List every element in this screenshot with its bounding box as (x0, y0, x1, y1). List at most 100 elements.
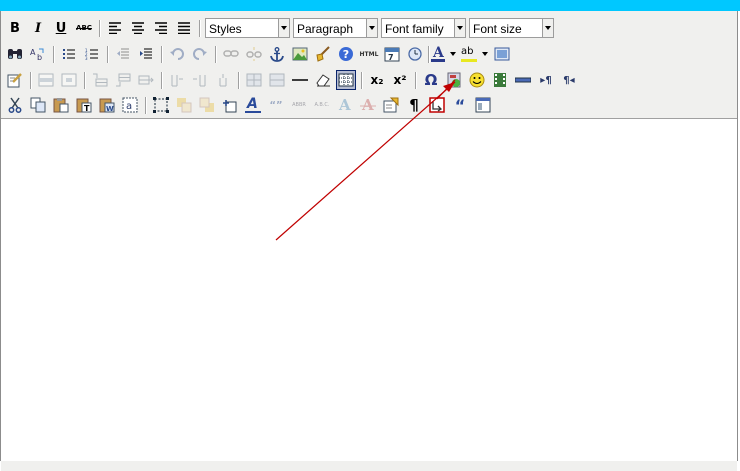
insert-row-before-button[interactable] (90, 70, 110, 90)
bullet-list-button[interactable] (59, 44, 79, 64)
indent-button[interactable] (136, 44, 156, 64)
outdent-button[interactable] (113, 44, 133, 64)
link-button[interactable] (221, 44, 241, 64)
edit-button[interactable] (5, 70, 25, 90)
pilcrow-icon: ¶ (409, 96, 419, 114)
move-forward-button[interactable] (174, 95, 194, 115)
chevron-down-icon[interactable] (454, 19, 465, 37)
superscript-button[interactable]: x² (390, 70, 410, 90)
delete-row-button[interactable] (136, 70, 156, 90)
insert-layer-button[interactable] (151, 95, 171, 115)
align-right-button[interactable] (151, 18, 171, 38)
nonbreaking-button[interactable] (513, 70, 533, 90)
insert-video-button[interactable] (490, 70, 510, 90)
insert-time-button[interactable] (405, 44, 425, 64)
merge-cells-button[interactable] (267, 70, 287, 90)
html-source-button[interactable]: HTML (359, 44, 379, 64)
chevron-down-icon[interactable] (278, 19, 289, 37)
unlink-button[interactable] (244, 44, 264, 64)
insertion-button[interactable]: A (358, 95, 378, 115)
anchor-icon (270, 46, 284, 62)
select-all-button[interactable]: a (120, 95, 140, 115)
chevron-down-icon[interactable] (366, 19, 377, 37)
horizontal-rule-button[interactable] (290, 70, 310, 90)
copy-button[interactable] (28, 95, 48, 115)
table-cell-props-button[interactable] (59, 70, 79, 90)
bold-button[interactable]: B (5, 18, 25, 38)
acronym-button[interactable]: A.B.C. (312, 95, 332, 115)
find-button[interactable] (5, 44, 25, 64)
image-button[interactable] (290, 44, 310, 64)
insert-media-button[interactable] (444, 70, 464, 90)
separator (238, 72, 240, 89)
deletion-button[interactable]: A (335, 95, 355, 115)
separator (415, 72, 417, 89)
italic-button[interactable]: I (28, 18, 48, 38)
abbreviation-button[interactable]: ABBR (289, 95, 309, 115)
redo-button[interactable] (190, 44, 210, 64)
paste-word-button[interactable]: W (97, 95, 117, 115)
template-button[interactable] (473, 95, 493, 115)
replace-button[interactable]: Ab (28, 44, 48, 64)
cleanup-button[interactable] (313, 44, 333, 64)
insert-col-before-button[interactable] (167, 70, 187, 90)
subscript-icon: x₂ (370, 73, 384, 87)
paste-text-button[interactable]: T (74, 95, 94, 115)
cut-button[interactable] (5, 95, 25, 115)
editor-content-area[interactable] (1, 118, 737, 462)
underline-icon: U (55, 20, 67, 36)
fullscreen-icon (494, 47, 510, 61)
underline-button[interactable]: U (51, 18, 71, 38)
text-color-dropdown[interactable] (448, 44, 458, 64)
fullscreen-button[interactable] (492, 44, 512, 64)
text-color-button[interactable]: A (428, 44, 448, 64)
chevron-down-icon[interactable] (542, 19, 553, 37)
ltr-icon: ▸¶ (540, 74, 552, 86)
insert-date-button[interactable]: 7 (382, 44, 402, 64)
table-row-props-button[interactable] (36, 70, 56, 90)
rtl-button[interactable]: ¶◂ (559, 70, 579, 90)
calendar-icon: 7 (384, 47, 400, 62)
split-cells-button[interactable] (244, 70, 264, 90)
highlight-color-button[interactable]: ab (459, 44, 479, 64)
styles-select[interactable]: Styles (205, 18, 290, 38)
visual-aid-button[interactable] (336, 70, 356, 90)
show-blocks-button[interactable]: ¶ (404, 95, 424, 115)
style-props-button[interactable]: A (243, 95, 263, 115)
align-justify-button[interactable] (174, 18, 194, 38)
insert-col-after-button[interactable] (190, 70, 210, 90)
remove-format-button[interactable] (313, 70, 333, 90)
delete-col-button[interactable] (213, 70, 233, 90)
blockquote-button[interactable]: “ (450, 95, 470, 115)
highlight-color-dropdown[interactable] (480, 44, 490, 64)
font-family-select[interactable]: Font family (381, 18, 466, 38)
subscript-button[interactable]: x₂ (367, 70, 387, 90)
help-button[interactable]: ? (336, 44, 356, 64)
abbreviation-icon: ABBR (292, 102, 306, 108)
undo-button[interactable] (167, 44, 187, 64)
font-size-select[interactable]: Font size (469, 18, 554, 38)
special-char-button[interactable]: Ω (421, 70, 441, 90)
attributes-button[interactable] (381, 95, 401, 115)
align-left-button[interactable] (105, 18, 125, 38)
format-select[interactable]: Paragraph (293, 18, 378, 38)
cite-button[interactable]: “” (266, 95, 286, 115)
ltr-button[interactable]: ▸¶ (536, 70, 556, 90)
anchor-button[interactable] (267, 44, 287, 64)
move-backward-button[interactable] (197, 95, 217, 115)
help-icon: ? (339, 47, 353, 61)
page-break-button[interactable] (427, 95, 447, 115)
absolute-position-button[interactable] (220, 95, 240, 115)
paste-button[interactable] (51, 95, 71, 115)
strikethrough-button[interactable]: ABC (74, 18, 94, 38)
align-center-button[interactable] (128, 18, 148, 38)
insert-row-after-button[interactable] (113, 70, 133, 90)
broom-icon (316, 46, 330, 62)
numbered-list-button[interactable]: 123 (82, 44, 102, 64)
replace-icon: Ab (30, 48, 44, 61)
svg-text:b: b (37, 53, 42, 61)
undo-icon (170, 48, 184, 60)
emoticons-button[interactable] (467, 70, 487, 90)
delete-row-icon (138, 75, 154, 85)
toolbar-row-4: T W a A “” ABBR A.B.C. A A ¶ “ (1, 93, 737, 119)
